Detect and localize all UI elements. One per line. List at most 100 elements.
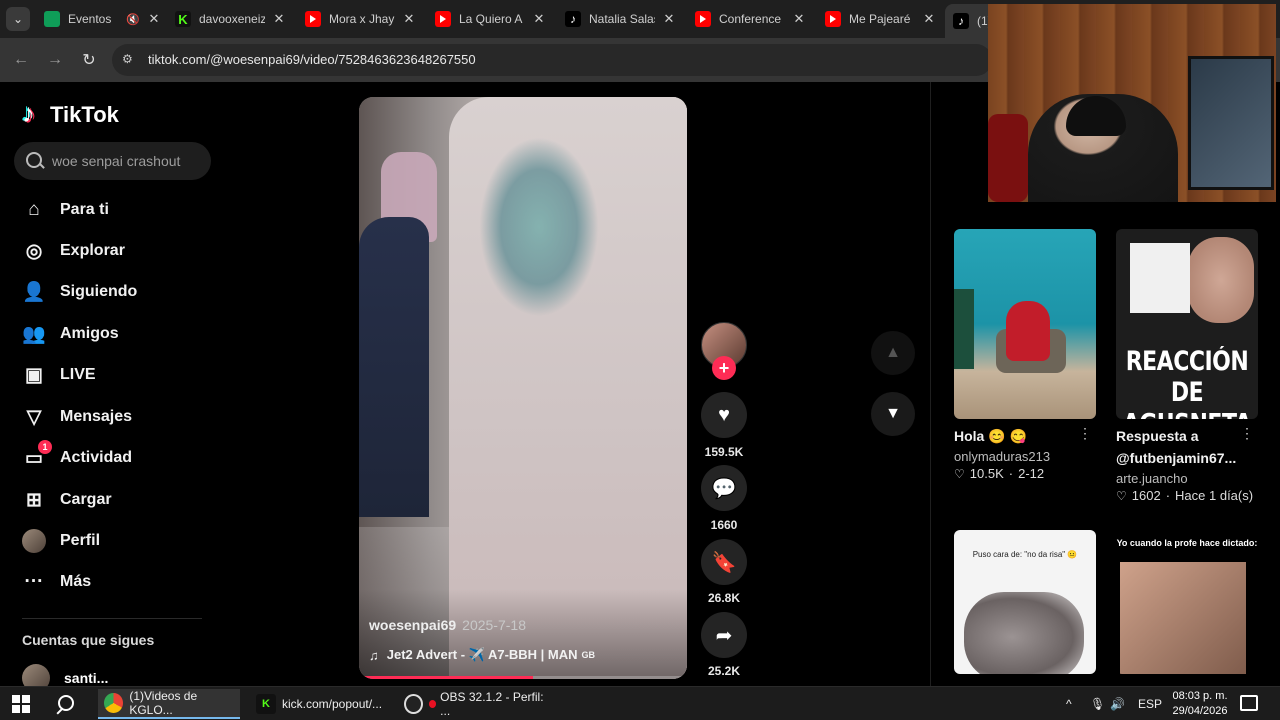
windows-start-icon[interactable] — [12, 695, 30, 713]
right-pane-divider — [930, 82, 931, 686]
video-title[interactable]: Respuesta a @futbenjamin67... — [1116, 425, 1258, 469]
tab-eventos[interactable]: Eventos 🔇 ✕ — [44, 6, 162, 32]
nav-mensajes[interactable]: ▽ Mensajes — [22, 402, 132, 432]
nav-mas[interactable]: ··· Más — [22, 567, 92, 597]
compass-icon: ◎ — [25, 240, 43, 262]
like-button[interactable]: ♥ — [701, 392, 747, 438]
recommended-video[interactable]: REACCIÓN DE AGUSNETA Respuesta a @futben… — [1116, 229, 1258, 503]
search-text: woe senpai crashout — [52, 153, 181, 169]
tab-mora-x-jhay[interactable]: Mora x Jhay ✕ — [305, 6, 417, 32]
video-title[interactable]: Hola 😊 😋 — [954, 425, 1096, 447]
thumbnail-image — [1006, 301, 1050, 361]
nav-cargar[interactable]: ⊞ Cargar — [22, 485, 112, 515]
windows-taskbar: (1)Videos de KGLO... K kick.com/popout/.… — [0, 686, 1280, 720]
like-count: 1602 — [1131, 488, 1161, 503]
taskbar-app-obs[interactable]: OBS 32.1.2 - Perfil: ... — [398, 689, 548, 719]
notification-center-icon[interactable] — [1240, 695, 1258, 711]
like-count: 159.5K — [704, 445, 744, 459]
heart-outline-icon: ♡ — [954, 466, 965, 481]
clock[interactable]: 08:03 p. m. 29/04/2026 — [1160, 689, 1240, 719]
next-video-button[interactable]: ▼ — [871, 392, 915, 436]
nav-explorar[interactable]: ◎ Explorar — [22, 236, 125, 266]
search-icon[interactable] — [56, 694, 78, 716]
nav-label: Mensajes — [60, 408, 133, 425]
previous-video-button[interactable]: ▲ — [871, 331, 915, 375]
video-author[interactable]: woesenpai69 2025-7-18 — [369, 617, 526, 633]
nav-para-ti[interactable]: ⌂ Para ti — [22, 195, 109, 225]
close-icon[interactable]: ✕ — [271, 11, 287, 27]
reload-icon[interactable]: ↻ — [78, 49, 100, 71]
nav-actividad[interactable]: ▭ 1 Actividad — [22, 440, 133, 473]
taskbar-app-kick[interactable]: K kick.com/popout/... — [250, 689, 392, 719]
close-icon[interactable]: ✕ — [531, 11, 547, 27]
activity-icon: ▭ 1 — [22, 440, 52, 470]
site-info-icon[interactable]: ⚙ — [122, 52, 138, 68]
video-user[interactable]: onlymaduras213 — [954, 449, 1096, 464]
comment-button[interactable]: 💬 — [701, 465, 747, 511]
tab-natalia-salas[interactable]: ♪ Natalia Salas ✕ — [565, 6, 677, 32]
taskbar-app-chrome[interactable]: (1)Videos de KGLO... — [98, 689, 240, 719]
language-indicator[interactable]: ESP — [1138, 687, 1162, 720]
nav-perfil[interactable]: Perfil — [22, 526, 100, 556]
video-user[interactable]: arte.juancho — [1116, 471, 1258, 486]
video-frame — [479, 137, 599, 317]
tray-overflow-icon[interactable]: ^ — [1066, 687, 1072, 720]
close-icon[interactable]: ✕ — [791, 11, 807, 27]
close-icon[interactable]: ✕ — [401, 11, 417, 27]
tab-label: Conference — [719, 12, 782, 26]
video-thumbnail[interactable]: REACCIÓN DE AGUSNETA — [1116, 229, 1258, 419]
heart-icon: ♥ — [718, 403, 730, 426]
follow-plus-button[interactable]: + — [712, 356, 736, 380]
video-thumbnail[interactable]: Yo cuando la profe hace dictado: — [1116, 530, 1258, 674]
youtube-icon — [305, 11, 321, 27]
sheets-icon — [44, 11, 60, 27]
tiktok-icon: ♪ — [565, 11, 581, 27]
close-icon[interactable]: ✕ — [661, 11, 677, 27]
video-frame — [359, 217, 429, 517]
save-button[interactable]: 🔖 — [701, 539, 747, 585]
nav-label: Actividad — [60, 449, 133, 466]
microphone-icon[interactable]: 🎙 — [1090, 687, 1105, 720]
back-arrow-icon[interactable]: ← — [10, 49, 32, 71]
video-thumbnail[interactable]: Puso cara de: "no da risa" 😐 — [954, 530, 1096, 674]
recommended-video[interactable]: Puso cara de: "no da risa" 😐 — [954, 530, 1096, 674]
thumbnail-caption: Yo cuando la profe hace dictado: — [1116, 538, 1258, 548]
recommended-video[interactable]: Hola 😊 😋 ⋮ onlymaduras213 ♡ 10.5K · 2-12 — [954, 229, 1096, 481]
video-progress-bar[interactable] — [359, 676, 687, 679]
thumbnail-image — [1130, 243, 1190, 313]
search-input[interactable]: woe senpai crashout — [14, 142, 211, 180]
share-button[interactable]: ➦ — [701, 612, 747, 658]
more-options-icon[interactable]: ⋮ — [1078, 425, 1092, 442]
url-input[interactable]: ⚙ tiktok.com/@woesenpai69/video/75284636… — [112, 44, 992, 76]
more-options-icon[interactable]: ⋮ — [1240, 425, 1254, 442]
music-note-icon: ♫ — [369, 647, 379, 663]
speaker-icon[interactable]: 🔊 — [1110, 687, 1125, 720]
tab-label: Mora x Jhay — [329, 12, 395, 26]
nav-live[interactable]: ▣ LIVE — [22, 360, 96, 390]
tab-me-pajeare[interactable]: Me Pajearé ✕ — [825, 6, 937, 32]
nav-label: Para ti — [60, 201, 109, 218]
forward-arrow-icon[interactable]: → — [44, 49, 66, 71]
muted-speaker-icon[interactable]: 🔇 — [126, 13, 140, 26]
tab-conference[interactable]: Conference ✕ — [695, 6, 807, 32]
close-icon[interactable]: ✕ — [146, 11, 162, 27]
bookmark-icon: 🔖 — [711, 551, 737, 574]
tab-label: Natalia Salas — [589, 12, 655, 26]
nav-label: Cargar — [60, 491, 112, 508]
tiktok-logo[interactable]: TikTok — [22, 98, 119, 129]
tab-la-quiero-a[interactable]: La Quiero A ✕ — [435, 6, 547, 32]
video-player[interactable]: woesenpai69 2025-7-18 ♫ Jet2 Advert - ✈️ … — [359, 97, 687, 679]
thumbnail-image — [954, 289, 974, 369]
tab-search-button[interactable]: ⌄ — [6, 7, 30, 31]
video-music[interactable]: ♫ Jet2 Advert - ✈️ A7-BBH | MAN GB — [369, 647, 595, 663]
nav-amigos[interactable]: 👥 Amigos — [22, 319, 119, 349]
heart-outline-icon: ♡ — [1116, 488, 1127, 503]
following-account-name: santi... — [64, 670, 109, 686]
upload-icon: ⊞ — [26, 489, 42, 511]
close-icon[interactable]: ✕ — [921, 11, 937, 27]
tab-davooxeneiz[interactable]: K davooxeneiz ✕ — [175, 6, 287, 32]
video-thumbnail[interactable] — [954, 229, 1096, 419]
video-author-name[interactable]: woesenpai69 — [369, 617, 456, 633]
recommended-video[interactable]: Yo cuando la profe hace dictado: — [1116, 530, 1258, 674]
nav-siguiendo[interactable]: 👤 Siguiendo — [22, 277, 137, 307]
